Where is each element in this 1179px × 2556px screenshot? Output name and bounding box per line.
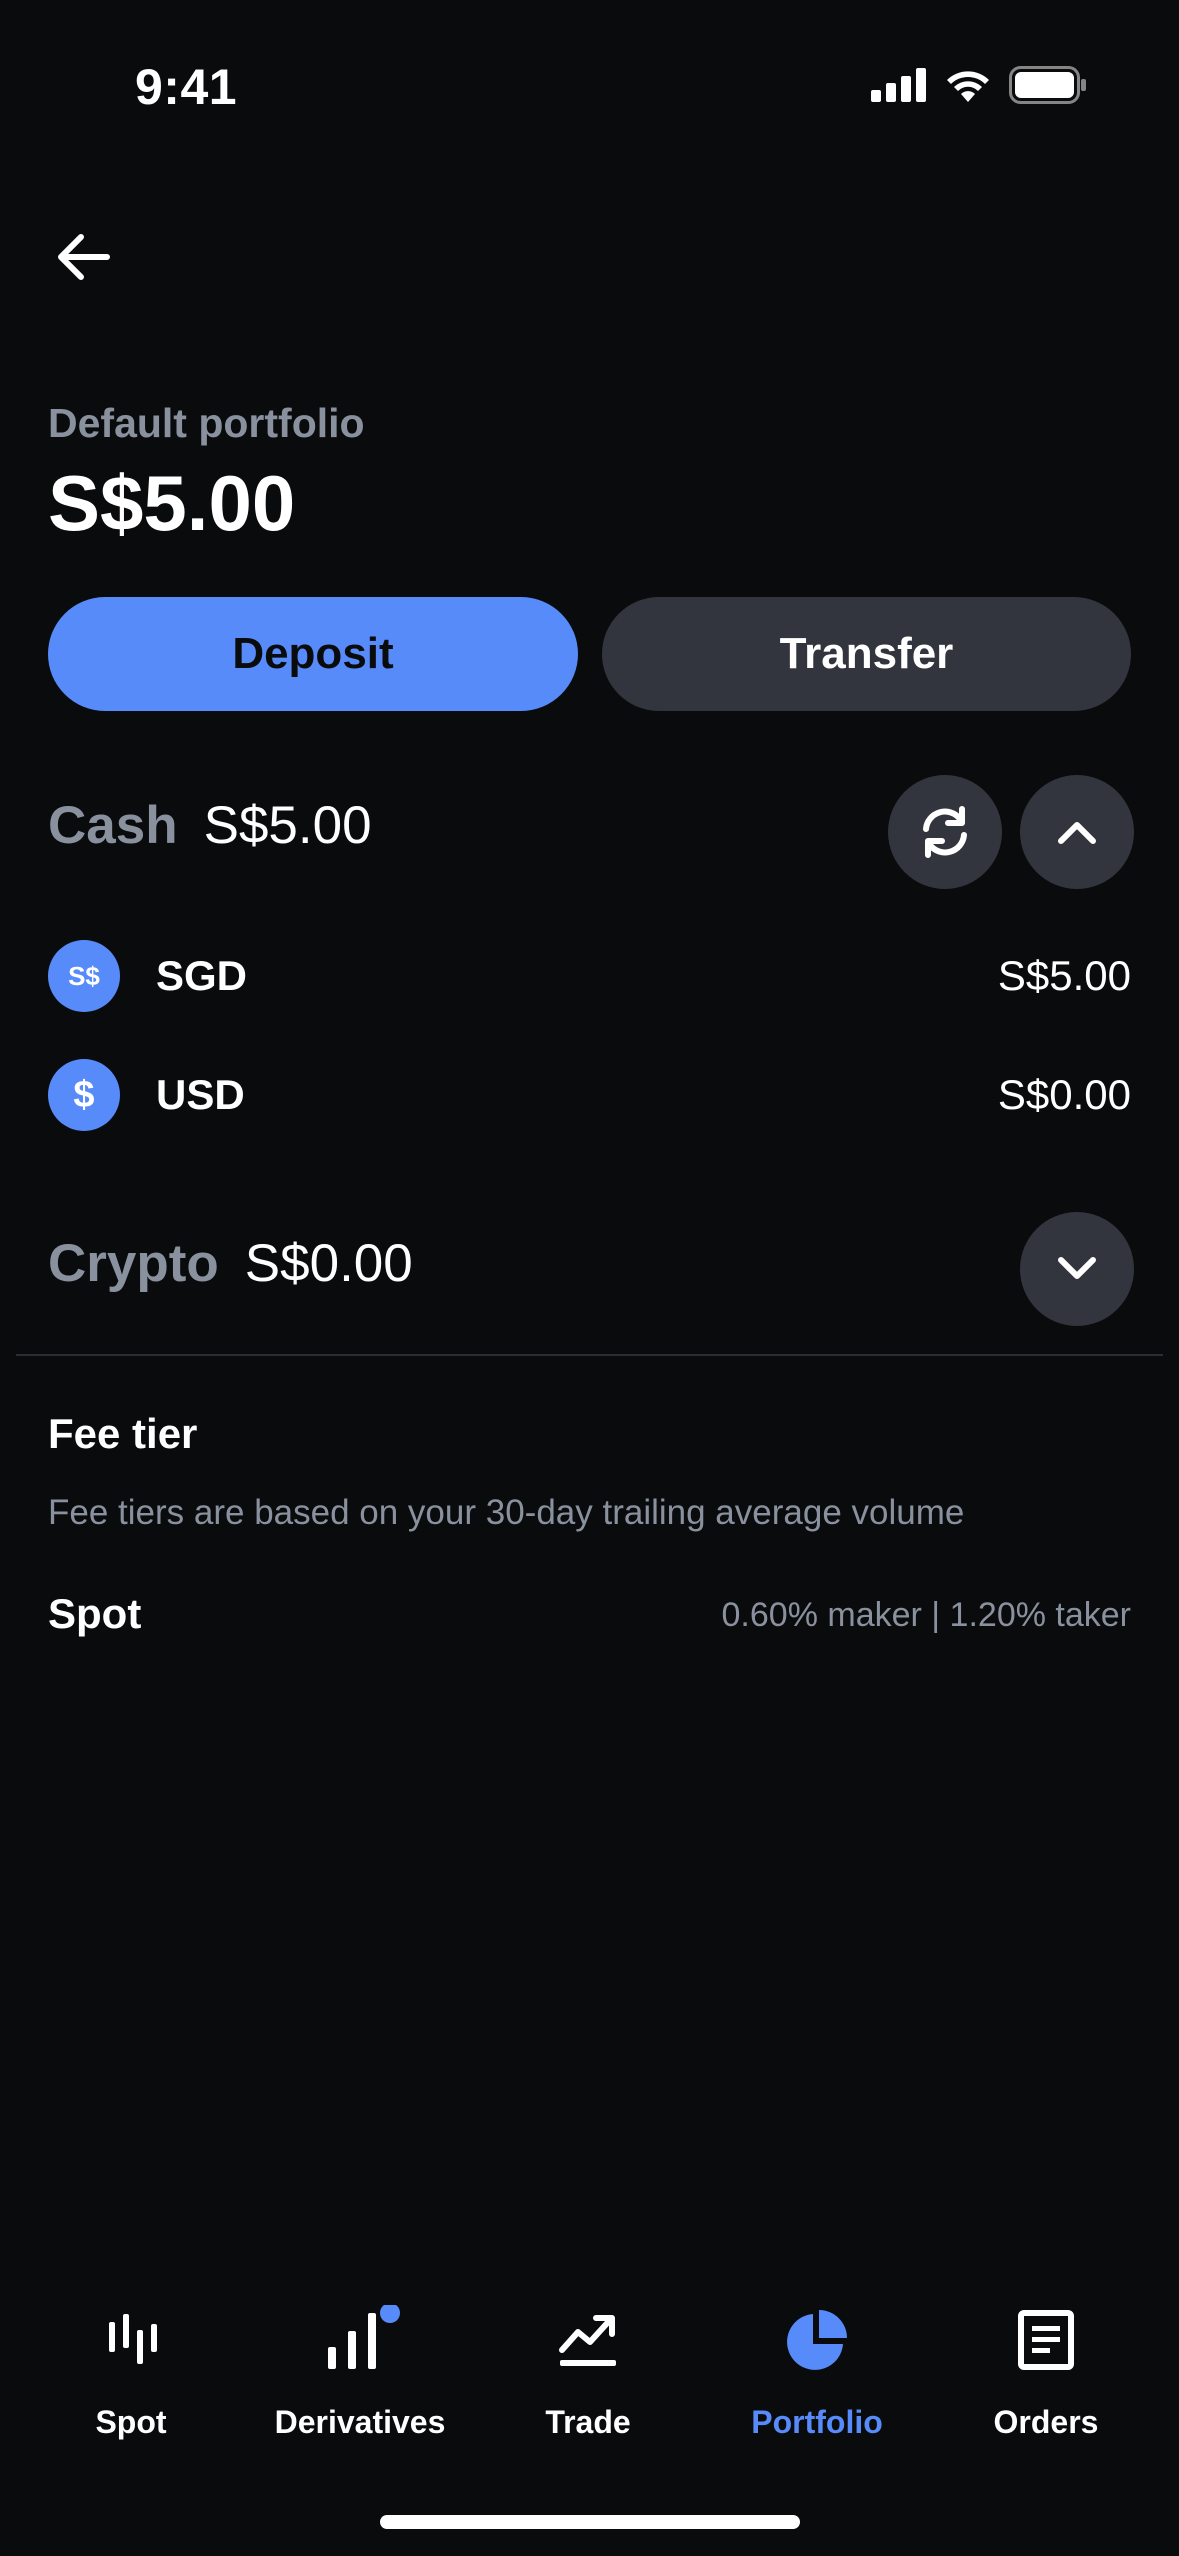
- wifi-icon: [947, 71, 989, 102]
- bar-chart-icon: [320, 2300, 400, 2380]
- deposit-button[interactable]: Deposit: [48, 597, 578, 711]
- crypto-total: S$0.00: [244, 1234, 413, 1293]
- asset-value: S$5.00: [997, 952, 1131, 999]
- fee-tier-title: Fee tier: [48, 1410, 198, 1457]
- expand-crypto-button[interactable]: [1020, 1212, 1134, 1326]
- arrow-left-icon: [58, 234, 110, 280]
- home-indicator[interactable]: [380, 2515, 800, 2529]
- cash-row-usd[interactable]: $ USD S$0.00: [48, 1058, 1131, 1132]
- spot-fee-label: Spot: [48, 1590, 142, 1637]
- spot-fee-value: 0.60% maker | 1.20% taker: [721, 1596, 1131, 1634]
- status-time: 9:41: [135, 59, 238, 115]
- nav-item-trade[interactable]: Trade: [478, 2300, 698, 2441]
- status-icons: [871, 66, 1087, 104]
- nav-label: Spot: [95, 2404, 167, 2440]
- sgd-currency-icon: S$: [48, 940, 120, 1012]
- nav-item-portfolio[interactable]: Portfolio: [707, 2300, 927, 2441]
- portfolio-name: Default portfolio: [48, 400, 365, 446]
- nav-item-orders[interactable]: Orders: [936, 2300, 1156, 2441]
- cellular-signal-icon: [871, 68, 926, 102]
- usd-currency-icon: $: [48, 1059, 120, 1131]
- chevron-up-icon: [1058, 822, 1096, 844]
- battery-icon: [1009, 66, 1086, 104]
- pie-chart-icon: [777, 2300, 857, 2380]
- convert-button[interactable]: [888, 775, 1002, 889]
- nav-item-derivatives[interactable]: Derivatives: [250, 2300, 470, 2441]
- bottom-nav: Spot Derivatives Trade Portfolio Orders: [0, 2300, 1179, 2470]
- chevron-down-icon: [1058, 1257, 1096, 1279]
- transfer-button[interactable]: Transfer: [602, 597, 1131, 711]
- nav-label: Portfolio: [751, 2404, 883, 2440]
- section-divider: [16, 1354, 1163, 1356]
- crypto-section-header: Crypto S$0.00: [48, 1233, 1131, 1294]
- notification-dot-icon: [380, 2305, 400, 2323]
- back-button[interactable]: [48, 222, 118, 292]
- portfolio-screen: 9:41 Default portfolio S$5.00 Deposit Tr…: [0, 0, 1179, 2556]
- cash-total: S$5.00: [203, 796, 372, 855]
- nav-item-spot[interactable]: Spot: [21, 2300, 241, 2441]
- asset-value: S$0.00: [997, 1071, 1131, 1118]
- nav-label: Trade: [545, 2404, 631, 2440]
- nav-label: Derivatives: [274, 2404, 446, 2440]
- portfolio-balance: S$5.00: [48, 459, 296, 547]
- trend-up-icon: [548, 2300, 628, 2380]
- cash-row-sgd[interactable]: S$ SGD S$5.00: [48, 939, 1131, 1013]
- asset-name: USD: [156, 1071, 245, 1118]
- asset-name: SGD: [156, 952, 248, 999]
- collapse-cash-button[interactable]: [1020, 775, 1134, 889]
- fee-tier-description: Fee tiers are based on your 30-day trail…: [48, 1493, 965, 1532]
- cash-title: Cash: [48, 796, 178, 855]
- nav-label: Orders: [993, 2404, 1099, 2440]
- crypto-title: Crypto: [48, 1234, 219, 1293]
- document-icon: [1006, 2300, 1086, 2380]
- refresh-icon: [923, 806, 967, 858]
- candlestick-icon: [91, 2300, 171, 2380]
